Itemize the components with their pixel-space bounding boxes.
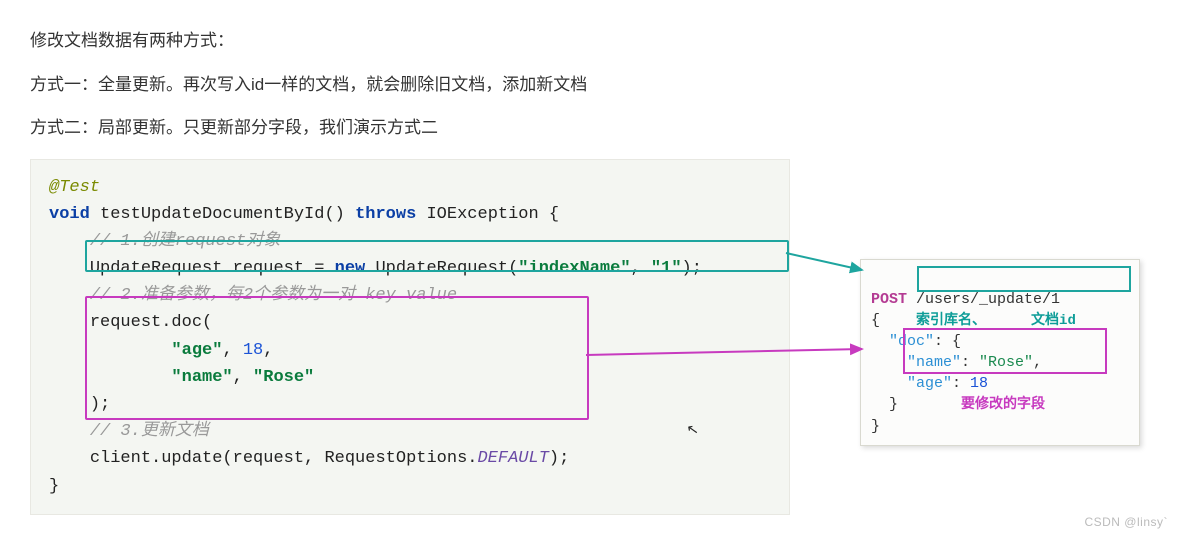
constant-default: DEFAULT <box>477 449 548 468</box>
request-decl-1: UpdateRequest request = <box>90 259 335 278</box>
json-key-age: "age" <box>907 375 952 392</box>
request-decl-2: UpdateRequest( <box>365 259 518 278</box>
json-val-age: 18 <box>970 375 988 392</box>
keyword-new: new <box>335 259 366 278</box>
json-outer-close: } <box>871 418 880 435</box>
json-val-name: "Rose" <box>979 354 1033 371</box>
request-decl-end: ); <box>682 259 702 278</box>
string-indexname: "indexName" <box>518 259 630 278</box>
string-rose: "Rose" <box>253 368 314 387</box>
http-method-post: POST <box>871 291 907 308</box>
keyword-void: void <box>49 205 90 224</box>
http-json-block: POST /users/_update/1 { 索引库名、 文档id "doc"… <box>860 259 1140 446</box>
update-call-1: client.update(request, RequestOptions. <box>90 449 478 468</box>
string-name: "name" <box>171 368 232 387</box>
json-brace-open: { <box>871 312 880 329</box>
comment-1: // 1.创建request对象 <box>90 232 280 251</box>
string-age: "age" <box>171 341 222 360</box>
label-fields-to-modify: 要修改的字段 <box>961 397 1045 413</box>
http-path: /users/_update/1 <box>916 291 1060 308</box>
comma-2: , <box>222 341 242 360</box>
number-18: 18 <box>243 341 263 360</box>
brace-close: } <box>49 477 59 496</box>
diagram-row: @Test void testUpdateDocumentById() thro… <box>30 159 1156 515</box>
intro-line-2: 方式一：全量更新。再次写入id一样的文档，就会删除旧文档，添加新文档 <box>30 72 1156 98</box>
doc-close: ); <box>90 395 110 414</box>
comma-3: , <box>233 368 253 387</box>
intro-line-1: 修改文档数据有两种方式： <box>30 28 1156 54</box>
comment-2: // 2.准备参数，每2个参数为一对 key value <box>90 286 457 305</box>
exception-type: IOException <box>426 205 538 224</box>
method-name: testUpdateDocumentById() <box>100 205 345 224</box>
java-code-block: @Test void testUpdateDocumentById() thro… <box>30 159 790 515</box>
keyword-throws: throws <box>355 205 416 224</box>
json-colon-brace: : { <box>934 333 961 350</box>
doc-open: request.doc( <box>90 313 212 332</box>
annotation: @Test <box>49 178 100 197</box>
intro-line-3: 方式二：局部更新。只更新部分字段，我们演示方式二 <box>30 115 1156 141</box>
label-doc-id: 文档id <box>1031 313 1076 329</box>
watermark-text: CSDN @linsy` <box>1084 515 1168 529</box>
string-id: "1" <box>651 259 682 278</box>
comment-3: // 3.更新文档 <box>90 422 209 441</box>
json-key-doc: "doc" <box>889 333 934 350</box>
update-call-2: ); <box>549 449 569 468</box>
label-index-name: 索引库名、 <box>916 313 986 329</box>
json-inner-close: } <box>889 396 898 413</box>
json-key-name: "name" <box>907 354 961 371</box>
brace-open: { <box>549 205 559 224</box>
comma-1: , <box>631 259 651 278</box>
